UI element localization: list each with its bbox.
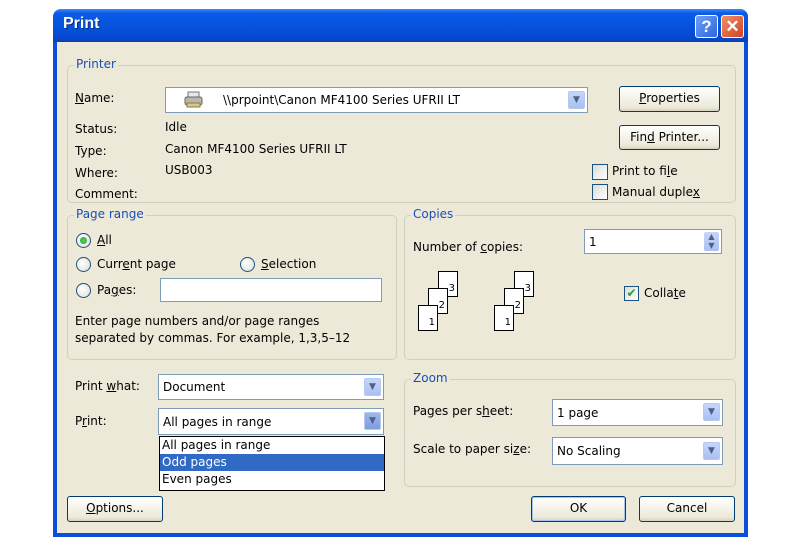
pages-per-sheet-value: 1 page: [557, 406, 599, 420]
selection-radio[interactable]: [240, 257, 255, 272]
scale-to-paper-select[interactable]: No Scaling ▼: [552, 437, 723, 465]
print-what-label: Print what:: [75, 379, 140, 393]
copies-value: 1: [589, 235, 597, 249]
scale-to-paper-label: Scale to paper size:: [413, 442, 532, 456]
scale-to-paper-value: No Scaling: [557, 444, 621, 458]
printer-name-value: \\prpoint\Canon MF4100 Series UFRII LT: [223, 93, 460, 107]
checkmark-icon: ✔: [626, 286, 637, 300]
chevron-down-icon[interactable]: ▼: [364, 412, 381, 430]
help-icon: ?: [701, 17, 712, 36]
page-range-group-label: Page range: [74, 207, 146, 221]
copies-spinner[interactable]: 1 ▲ ▼: [584, 229, 722, 254]
close-button[interactable]: ✕: [721, 15, 744, 38]
pages-radio[interactable]: [76, 283, 91, 298]
dropdown-option-odd-pages[interactable]: Odd pages: [160, 454, 384, 471]
close-icon: ✕: [725, 17, 740, 36]
pages-per-sheet-label: Pages per sheet:: [413, 404, 514, 418]
type-value: Canon MF4100 Series UFRII LT: [165, 142, 347, 156]
number-of-copies-label: Number of copies:: [413, 240, 523, 254]
print-what-value: Document: [163, 380, 226, 394]
collate-label[interactable]: Collate: [644, 286, 686, 300]
where-label: Where:: [75, 166, 118, 180]
chevron-down-icon[interactable]: ▼: [703, 403, 720, 421]
dropdown-option-even-pages[interactable]: Even pages: [160, 471, 384, 488]
name-label: Name:: [75, 91, 115, 105]
dialog-body: Printer Name: \\prpoint\Canon MF4100 Ser…: [57, 42, 744, 533]
pages-label[interactable]: Pages:: [97, 283, 136, 297]
print-dropdown-list: All pages in range Odd pages Even pages: [159, 436, 385, 491]
status-label: Status:: [75, 122, 118, 136]
print-select[interactable]: All pages in range ▼: [158, 408, 384, 435]
properties-button[interactable]: Properties: [619, 86, 720, 112]
chevron-down-icon[interactable]: ▼: [364, 378, 381, 396]
chevron-down-icon[interactable]: ▼: [703, 442, 720, 460]
zoom-group: Zoom: [404, 371, 736, 487]
print-value: All pages in range: [163, 415, 272, 429]
ok-button[interactable]: OK: [531, 496, 626, 522]
manual-duplex-checkbox[interactable]: [592, 184, 608, 200]
all-radio-label[interactable]: All: [97, 233, 112, 247]
comment-label: Comment:: [75, 187, 138, 201]
printer-icon: [184, 91, 203, 108]
zoom-group-label: Zoom: [411, 371, 450, 385]
collate-checkbox[interactable]: ✔: [624, 286, 639, 301]
page-range-hint-line2: separated by commas. For example, 1,3,5–…: [75, 331, 351, 345]
print-to-file-label[interactable]: Print to file: [612, 164, 678, 178]
options-button[interactable]: Options...: [67, 496, 163, 522]
pages-input[interactable]: [160, 278, 382, 302]
all-radio[interactable]: [76, 233, 91, 248]
copies-group-label: Copies: [411, 207, 456, 221]
pages-per-sheet-select[interactable]: 1 page ▼: [552, 399, 723, 426]
selection-label[interactable]: Selection: [261, 257, 316, 271]
print-dialog: Print ? ✕ Printer Name: \\prpoint\Canon …: [53, 9, 748, 537]
find-printer-button[interactable]: Find Printer...: [619, 125, 720, 150]
collate-page-1: 1: [418, 305, 438, 331]
print-to-file-checkbox[interactable]: [592, 164, 608, 180]
current-page-label[interactable]: Current page: [97, 257, 176, 271]
print-label: Print:: [75, 414, 107, 428]
dropdown-option-all-pages[interactable]: All pages in range: [160, 437, 384, 454]
page-range-hint-line1: Enter page numbers and/or page ranges: [75, 314, 320, 328]
status-value: Idle: [165, 120, 187, 134]
dialog-title: Print: [63, 15, 100, 32]
radio-selected-dot: [80, 237, 87, 244]
cancel-button[interactable]: Cancel: [639, 496, 735, 522]
title-bar[interactable]: Print ? ✕: [53, 9, 748, 42]
printer-group-label: Printer: [74, 57, 118, 71]
type-label: Type:: [75, 144, 107, 158]
printer-name-select[interactable]: \\prpoint\Canon MF4100 Series UFRII LT ▼: [165, 87, 588, 113]
manual-duplex-label[interactable]: Manual duplex: [612, 185, 700, 199]
collate-page-1: 1: [494, 305, 514, 331]
where-value: USB003: [165, 163, 213, 177]
current-page-radio[interactable]: [76, 257, 91, 272]
print-what-select[interactable]: Document ▼: [158, 374, 384, 400]
help-button[interactable]: ?: [695, 15, 718, 38]
chevron-down-icon[interactable]: ▼: [568, 91, 585, 109]
spinner-arrows-icon[interactable]: ▲ ▼: [704, 232, 719, 251]
